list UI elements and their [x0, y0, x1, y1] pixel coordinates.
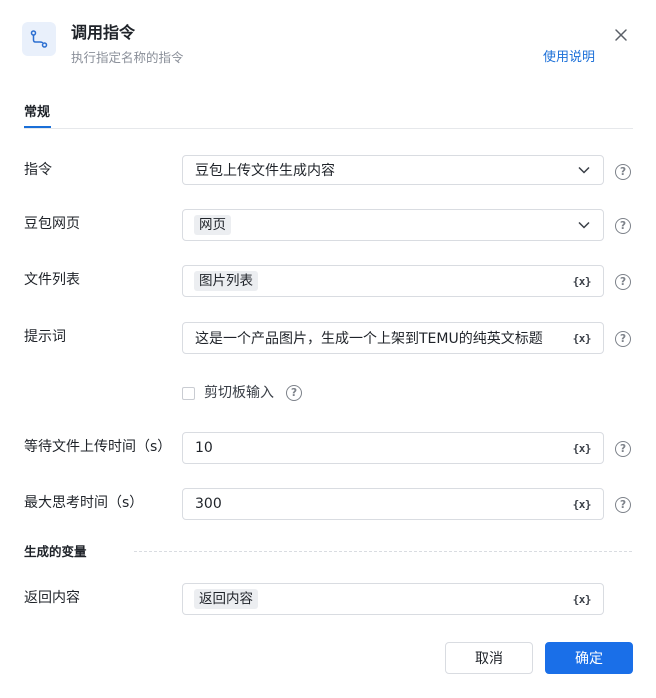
- prompt-label: 提示词: [24, 329, 66, 345]
- cancel-button[interactable]: 取消: [445, 642, 533, 674]
- webpage-variable-chip: 网页: [194, 215, 231, 235]
- max-think-label: 最大思考时间（s）: [24, 495, 144, 511]
- help-icon[interactable]: ?: [286, 385, 302, 401]
- command-select[interactable]: 豆包上传文件生成内容: [182, 155, 604, 185]
- help-link[interactable]: 使用说明: [543, 49, 595, 67]
- variable-icon[interactable]: {x}: [573, 593, 592, 606]
- variable-icon[interactable]: {x}: [573, 442, 592, 455]
- variable-icon[interactable]: {x}: [573, 275, 592, 288]
- section-divider: [134, 551, 632, 552]
- variable-icon[interactable]: {x}: [573, 498, 592, 511]
- tab-general[interactable]: 常规: [24, 104, 50, 122]
- help-icon[interactable]: ?: [615, 441, 631, 457]
- tab-divider: [24, 128, 633, 129]
- clipboard-input-label[interactable]: 剪切板输入: [204, 383, 274, 403]
- return-content-label: 返回内容: [24, 590, 80, 606]
- output-section-title: 生成的变量: [24, 544, 87, 559]
- webpage-select[interactable]: 网页: [182, 209, 604, 241]
- max-think-value: 300: [195, 496, 222, 512]
- chevron-down-icon: [577, 163, 591, 177]
- dialog-subtitle: 执行指定名称的指令: [71, 50, 184, 65]
- help-icon[interactable]: ?: [615, 164, 631, 180]
- command-value: 豆包上传文件生成内容: [195, 163, 335, 179]
- help-icon[interactable]: ?: [615, 331, 631, 347]
- close-button[interactable]: [610, 24, 632, 46]
- chevron-down-icon: [577, 218, 591, 232]
- file-list-input[interactable]: 图片列表 {x}: [182, 265, 604, 297]
- max-think-input[interactable]: 300 {x}: [182, 488, 604, 520]
- clipboard-input-checkbox[interactable]: [182, 387, 195, 400]
- prompt-input[interactable]: 这是一个产品图片，生成一个上架到TEMU的纯英文标题 {x}: [182, 322, 604, 354]
- return-content-variable-chip: 返回内容: [194, 589, 258, 609]
- flow-branch-icon: [22, 22, 56, 56]
- file-list-label: 文件列表: [24, 272, 80, 288]
- file-list-variable-chip: 图片列表: [194, 271, 258, 291]
- return-content-input[interactable]: 返回内容 {x}: [182, 583, 604, 615]
- invoke-command-dialog: 调用指令 执行指定名称的指令 使用说明 常规 指令 豆包上传文件生成内容 ? 豆…: [0, 0, 656, 698]
- variable-icon[interactable]: {x}: [573, 332, 592, 345]
- dialog-title: 调用指令: [71, 23, 136, 42]
- confirm-button[interactable]: 确定: [545, 642, 633, 674]
- help-icon[interactable]: ?: [615, 274, 631, 290]
- webpage-label: 豆包网页: [24, 216, 80, 232]
- close-icon: [615, 29, 627, 41]
- prompt-value: 这是一个产品图片，生成一个上架到TEMU的纯英文标题: [195, 331, 543, 347]
- help-icon[interactable]: ?: [615, 218, 631, 234]
- help-icon[interactable]: ?: [615, 497, 631, 513]
- command-label: 指令: [24, 162, 52, 178]
- upload-wait-label: 等待文件上传时间（s）: [24, 439, 172, 455]
- upload-wait-input[interactable]: 10 {x}: [182, 432, 604, 464]
- upload-wait-value: 10: [195, 440, 213, 456]
